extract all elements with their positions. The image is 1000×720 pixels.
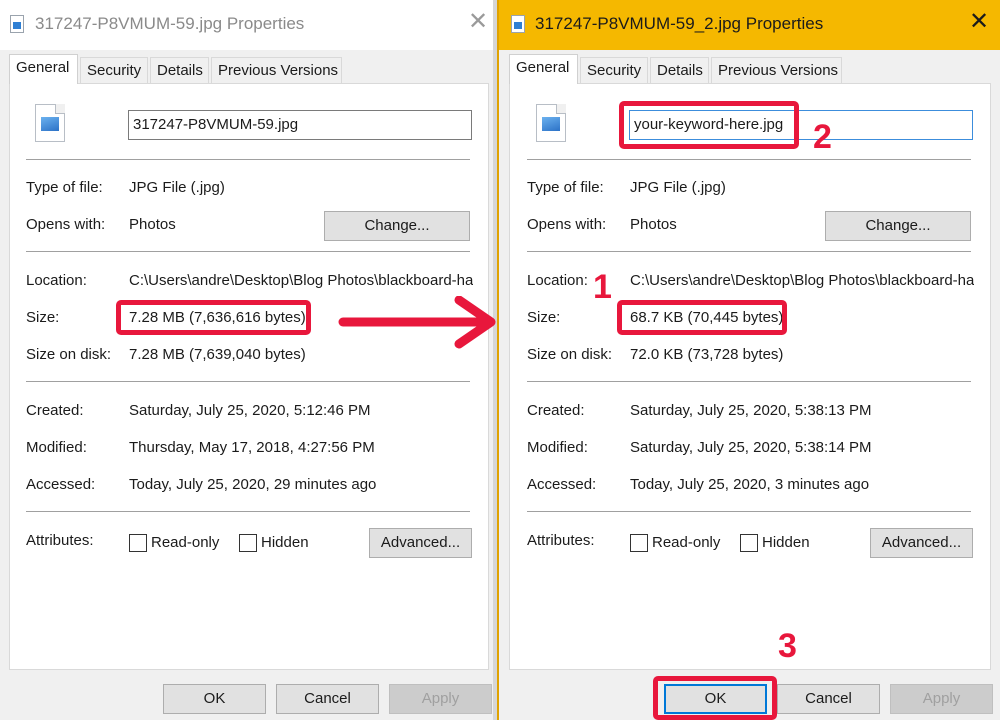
divider: [527, 251, 971, 252]
tab-general[interactable]: General: [9, 54, 78, 84]
divider: [527, 159, 971, 160]
window-title: 317247-P8VMUM-59_2.jpg Properties: [535, 14, 824, 33]
accessed-value: Today, July 25, 2020, 3 minutes ago: [630, 476, 870, 493]
step-2-label: 2: [813, 118, 832, 156]
change-button[interactable]: Change...: [324, 211, 470, 241]
left-properties-window: 317247-P8VMUM-59.jpg Properties ✕ Genera…: [0, 0, 493, 720]
divider: [26, 159, 470, 160]
tab-security[interactable]: Security: [80, 57, 148, 83]
ok-button[interactable]: OK: [163, 684, 266, 714]
created-label: Created:: [527, 402, 585, 419]
type-label: Type of file:: [527, 179, 604, 196]
modified-value: Saturday, July 25, 2020, 5:38:14 PM: [630, 439, 872, 456]
change-button[interactable]: Change...: [825, 211, 971, 241]
hidden-label: Hidden: [261, 534, 309, 551]
modified-label: Modified:: [527, 439, 588, 456]
arrow-right-icon: [338, 296, 496, 349]
hidden-checkbox[interactable]: [740, 534, 758, 552]
accessed-value: Today, July 25, 2020, 29 minutes ago: [129, 476, 377, 493]
readonly-checkbox[interactable]: [129, 534, 147, 552]
opens-value: Photos: [129, 216, 176, 233]
created-value: Saturday, July 25, 2020, 5:12:46 PM: [129, 402, 371, 419]
divider: [26, 511, 470, 512]
readonly-label: Read-only: [151, 534, 220, 551]
readonly-label: Read-only: [652, 534, 721, 551]
tab-previous-versions[interactable]: Previous Versions: [711, 57, 842, 83]
location-label: Location:: [527, 272, 588, 289]
advanced-button[interactable]: Advanced...: [369, 528, 472, 558]
cancel-button[interactable]: Cancel: [777, 684, 880, 714]
window-border: [497, 0, 499, 720]
size-on-disk-label: Size on disk:: [26, 346, 112, 363]
highlight-ok-button: [653, 676, 777, 720]
modified-label: Modified:: [26, 439, 87, 456]
highlight-left-size: [116, 300, 311, 335]
divider: [26, 381, 470, 382]
divider: [527, 511, 971, 512]
jpg-file-icon: [511, 15, 525, 33]
tab-security[interactable]: Security: [580, 57, 648, 83]
highlight-right-size: [617, 300, 787, 335]
readonly-checkbox[interactable]: [630, 534, 648, 552]
location-value: C:\Users\andre\Desktop\Blog Photos\black…: [630, 272, 974, 289]
tab-details[interactable]: Details: [150, 57, 209, 83]
apply-button[interactable]: Apply: [890, 684, 993, 714]
tab-previous-versions[interactable]: Previous Versions: [211, 57, 342, 83]
apply-button[interactable]: Apply: [389, 684, 492, 714]
created-label: Created:: [26, 402, 84, 419]
close-icon[interactable]: ✕: [468, 10, 488, 34]
type-value: JPG File (.jpg): [630, 179, 726, 196]
jpg-file-icon: [35, 104, 65, 142]
jpg-file-icon: [536, 104, 566, 142]
jpg-file-icon: [10, 15, 24, 33]
type-value: JPG File (.jpg): [129, 179, 225, 196]
hidden-checkbox[interactable]: [239, 534, 257, 552]
left-titlebar: 317247-P8VMUM-59.jpg Properties ✕: [0, 0, 493, 50]
type-label: Type of file:: [26, 179, 103, 196]
divider: [527, 381, 971, 382]
highlight-filename: [619, 101, 799, 149]
right-titlebar: 317247-P8VMUM-59_2.jpg Properties ✕: [499, 0, 1000, 50]
tab-details[interactable]: Details: [650, 57, 709, 83]
filename-input[interactable]: 317247-P8VMUM-59.jpg: [128, 110, 472, 140]
advanced-button[interactable]: Advanced...: [870, 528, 973, 558]
hidden-label: Hidden: [762, 534, 810, 551]
size-label: Size:: [527, 309, 561, 326]
location-value: C:\Users\andre\Desktop\Blog Photos\black…: [129, 272, 473, 289]
step-3-label: 3: [778, 627, 797, 665]
tab-general[interactable]: General: [509, 54, 578, 84]
divider: [26, 251, 470, 252]
created-value: Saturday, July 25, 2020, 5:38:13 PM: [630, 402, 872, 419]
opens-value: Photos: [630, 216, 677, 233]
general-panel: 317247-P8VMUM-59.jpg Type of file: JPG F…: [9, 83, 489, 670]
attributes-label: Attributes:: [26, 532, 94, 549]
size-on-disk-value: 7.28 MB (7,639,040 bytes): [129, 346, 306, 363]
close-icon[interactable]: ✕: [969, 10, 989, 34]
modified-value: Thursday, May 17, 2018, 4:27:56 PM: [129, 439, 375, 456]
accessed-label: Accessed:: [527, 476, 597, 493]
size-on-disk-label: Size on disk:: [527, 346, 613, 363]
window-title: 317247-P8VMUM-59.jpg Properties: [35, 14, 305, 33]
size-label: Size:: [26, 309, 60, 326]
location-label: Location:: [26, 272, 87, 289]
opens-label: Opens with:: [527, 216, 607, 233]
accessed-label: Accessed:: [26, 476, 96, 493]
opens-label: Opens with:: [26, 216, 106, 233]
general-panel: your-keyword-here.jpg Type of file: JPG …: [509, 83, 991, 670]
attributes-label: Attributes:: [527, 532, 595, 549]
size-on-disk-value: 72.0 KB (73,728 bytes): [630, 346, 784, 363]
step-1-label: 1: [593, 268, 612, 306]
cancel-button[interactable]: Cancel: [276, 684, 379, 714]
